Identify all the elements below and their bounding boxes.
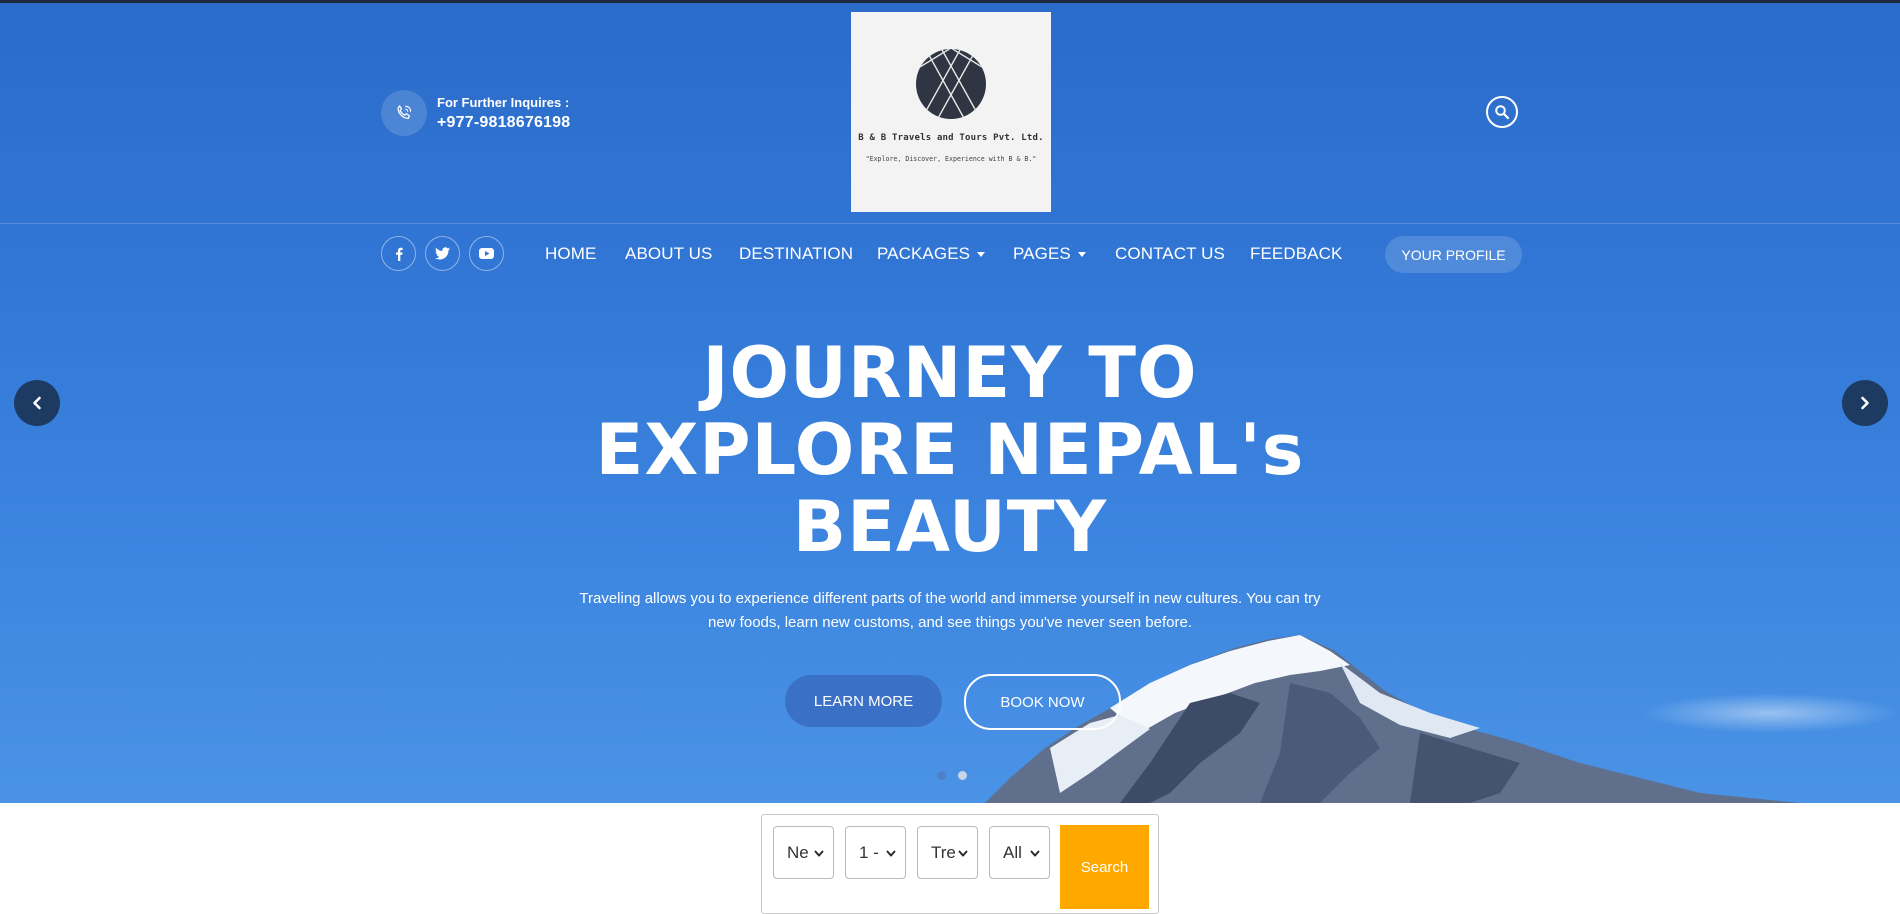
contact-info: For Further Inquires : +977-9818676198 [381, 90, 570, 136]
headline-line-1: JOURNEY TO [702, 332, 1198, 414]
nav-pages-label: PAGES [1013, 244, 1071, 263]
twitter-icon[interactable] [425, 236, 460, 271]
search-icon[interactable] [1486, 96, 1518, 128]
logo-tagline: "Explore, Discover, Experience with B & … [865, 155, 1037, 163]
learn-more-button[interactable]: LEARN MORE [785, 675, 942, 727]
activity-select-value: Tre [931, 842, 955, 862]
nav-destination[interactable]: DESTINATION [739, 244, 853, 264]
nav-packages[interactable]: PACKAGES [877, 244, 986, 264]
hero-subtitle: Traveling allows you to experience diffe… [579, 590, 1321, 631]
contact-phone[interactable]: +977-9818676198 [437, 114, 570, 132]
contact-label: For Further Inquires : [437, 94, 570, 110]
phone-icon [381, 90, 427, 136]
caret-down-icon [1077, 252, 1086, 258]
activity-select[interactable]: Tre [917, 826, 978, 879]
book-now-button[interactable]: BOOK NOW [964, 674, 1121, 730]
search-button[interactable]: Search [1060, 825, 1149, 909]
category-select-value: All [1003, 842, 1022, 862]
chevron-down-icon [958, 850, 968, 857]
chevron-left-icon [33, 396, 41, 410]
nav-packages-label: PACKAGES [877, 244, 971, 263]
duration-select-value: 1 - [859, 842, 879, 862]
nav-contact-us[interactable]: CONTACT US [1115, 244, 1225, 264]
your-profile-button[interactable]: YOUR PROFILE [1385, 236, 1522, 273]
hero-headline: JOURNEY TO EXPLORE NEPAL's BEAUTY [500, 335, 1400, 566]
nav-home-label: HOME [545, 244, 597, 263]
nav-home[interactable]: HOME [545, 244, 596, 264]
nav-feedback-label: FEEDBACK [1250, 244, 1343, 263]
trip-search-panel: Ne 1 - Tre All Search [761, 814, 1159, 914]
nav-about-us-label: ABOUT US [625, 244, 713, 263]
logo-company-name: B & B Travels and Tours Pvt. Ltd. [858, 133, 1044, 143]
nav-destination-label: DESTINATION [739, 244, 854, 263]
destination-select[interactable]: Ne [773, 826, 834, 879]
headline-line-3: BEAUTY [792, 486, 1108, 568]
header-divider [0, 223, 1900, 224]
slide-indicator-2[interactable] [958, 771, 967, 780]
nav-pages[interactable]: PAGES [1013, 244, 1086, 264]
prev-slide-button[interactable] [14, 380, 60, 426]
youtube-icon[interactable] [469, 236, 504, 271]
category-select[interactable]: All [989, 826, 1050, 879]
chevron-down-icon [886, 850, 896, 857]
logo-emblem-icon [916, 49, 986, 119]
chevron-down-icon [814, 850, 824, 857]
nav-about-us[interactable]: ABOUT US [625, 244, 712, 264]
duration-select[interactable]: 1 - [845, 826, 906, 879]
nav-feedback[interactable]: FEEDBACK [1250, 244, 1342, 264]
headline-line-2: EXPLORE NEPAL's [595, 409, 1305, 491]
nav-contact-us-label: CONTACT US [1115, 244, 1225, 263]
facebook-icon[interactable] [381, 236, 416, 271]
next-slide-button[interactable] [1842, 380, 1888, 426]
site-logo[interactable]: B & B Travels and Tours Pvt. Ltd. "Explo… [851, 12, 1051, 212]
social-links [381, 236, 504, 271]
slide-indicator-1[interactable] [937, 771, 946, 780]
chevron-right-icon [1861, 396, 1869, 410]
caret-down-icon [977, 252, 986, 258]
destination-select-value: Ne [787, 842, 809, 862]
chevron-down-icon [1030, 850, 1040, 857]
